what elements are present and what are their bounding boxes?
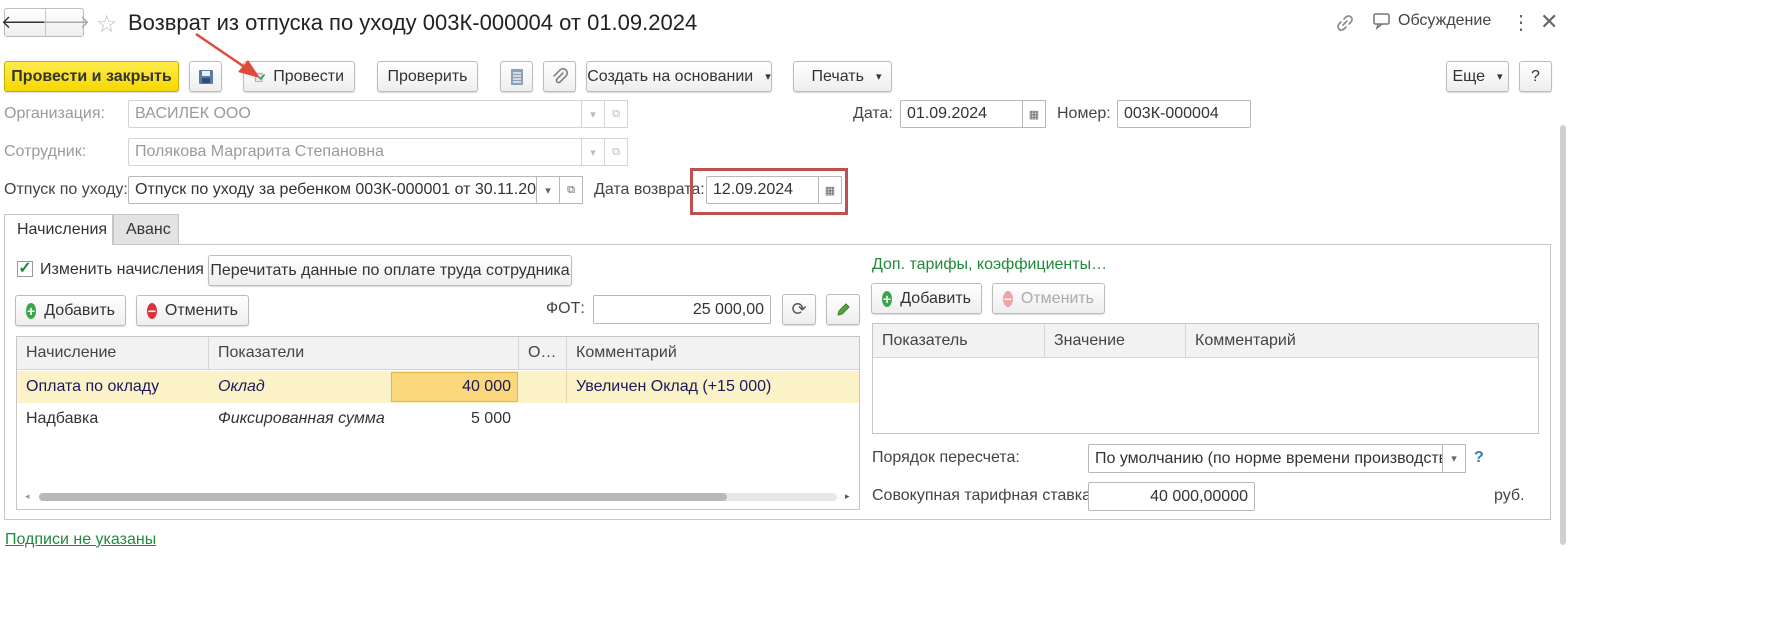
annotation-arrow — [195, 32, 260, 78]
return-date-field[interactable]: 12.09.2024 — [706, 176, 819, 204]
refresh-button[interactable]: ⟳ — [782, 294, 816, 325]
employee-dropdown-icon[interactable]: ▾ — [581, 138, 605, 166]
print-button[interactable]: Печать — [793, 61, 892, 92]
accruals-table-header: Начисление Показатели О… Комментарий — [17, 337, 859, 370]
link-icon[interactable] — [1334, 12, 1356, 34]
leave-dropdown-icon[interactable]: ▾ — [536, 176, 560, 204]
col-indicator[interactable]: Показатель — [873, 324, 1045, 357]
add-icon: + — [26, 302, 37, 319]
org-open-icon[interactable]: ⧉ — [604, 100, 628, 128]
tab-advance[interactable]: Аванс — [113, 214, 179, 244]
col-rate-comment[interactable]: Комментарий — [1186, 324, 1538, 357]
nav-buttons: 🡐 🡒 — [1, 8, 90, 37]
add-icon: + — [882, 290, 893, 307]
change-accruals-label: Изменить начисления — [40, 261, 204, 278]
document-list-button[interactable] — [500, 61, 533, 92]
return-date-calendar-icon[interactable]: ▦ — [818, 176, 842, 204]
employee-open-icon[interactable]: ⧉ — [604, 138, 628, 166]
close-icon[interactable]: ✕ — [1540, 9, 1558, 35]
paperclip-icon — [552, 67, 568, 83]
refresh-icon: ⟳ — [791, 299, 807, 319]
scroll-left-icon[interactable]: ◂ — [25, 491, 30, 502]
rate-field[interactable]: 40 000,00000 — [1088, 482, 1255, 511]
extra-rates-link[interactable]: Доп. тарифы, коэффициенты… — [872, 256, 1107, 274]
checkmark-icon: ✓ — [18, 260, 32, 277]
date-calendar-icon[interactable]: ▦ — [1022, 100, 1046, 128]
create-based-on-button[interactable]: Создать на основании — [586, 61, 772, 92]
fot-field[interactable]: 25 000,00 — [593, 295, 771, 324]
reread-pay-data-button[interactable]: Перечитать данные по оплате труда сотруд… — [208, 255, 572, 286]
rates-add-button[interactable]: + Добавить — [871, 283, 982, 314]
back-icon[interactable]: 🡐 — [1, 9, 49, 36]
more-button[interactable]: Еще — [1446, 61, 1509, 92]
recalc-order-field[interactable]: По умолчанию (по норме времени производс… — [1088, 444, 1443, 473]
leave-open-icon[interactable]: ⧉ — [559, 176, 583, 204]
rate-label: Совокупная тарифная ставка: — [872, 487, 1096, 504]
org-field[interactable]: ВАСИЛЕК ООО — [128, 100, 582, 128]
accrual-add-button[interactable]: + Добавить — [15, 295, 126, 326]
col-accrual[interactable]: Начисление — [17, 337, 209, 369]
col-indicators[interactable]: Показатели — [209, 337, 519, 369]
discussion-button[interactable]: Обсуждение — [1372, 12, 1491, 30]
vertical-scrollbar[interactable] — [1560, 125, 1566, 545]
change-accruals-checkbox[interactable]: ✓ — [17, 261, 33, 277]
check-button[interactable]: Проверить — [377, 61, 478, 92]
org-label: Организация: — [4, 105, 105, 122]
forward-icon[interactable]: 🡒 — [42, 9, 90, 36]
table-row[interactable]: Оплата по окладу Оклад 40 000 Увеличен О… — [17, 371, 859, 403]
date-field[interactable]: 01.09.2024 — [900, 100, 1023, 128]
col-comment[interactable]: Комментарий — [567, 337, 859, 369]
horizontal-scrollbar[interactable] — [39, 493, 837, 501]
table-row[interactable]: Надбавка Фиксированная сумма 5 000 — [17, 403, 859, 435]
org-dropdown-icon[interactable]: ▾ — [581, 100, 605, 128]
leave-label: Отпуск по уходу: — [4, 181, 128, 198]
rates-table: Показатель Значение Комментарий — [872, 323, 1539, 434]
more-vert-icon[interactable]: ⋮ — [1511, 10, 1531, 35]
number-field[interactable]: 003К-000004 — [1117, 100, 1251, 128]
rate-unit: руб. — [1494, 487, 1525, 504]
pencil-icon — [837, 302, 850, 316]
return-date-label: Дата возврата: — [594, 181, 705, 198]
edit-button[interactable] — [826, 294, 860, 325]
list-icon — [510, 68, 523, 85]
attach-button[interactable] — [543, 61, 576, 92]
scrollbar-thumb[interactable] — [39, 493, 727, 501]
recalc-order-label: Порядок пересчета: — [872, 449, 1020, 466]
recalc-help-icon[interactable]: ? — [1474, 449, 1484, 467]
date-label: Дата: — [853, 105, 893, 122]
scroll-right-icon[interactable]: ▸ — [845, 491, 850, 502]
accrual-cancel-button[interactable]: − Отменить — [136, 295, 249, 326]
minus-circle-icon: − — [147, 302, 157, 319]
tab-accruals[interactable]: Начисления — [4, 214, 113, 245]
salary-value-cell[interactable]: 40 000 — [391, 372, 518, 402]
leave-field[interactable]: Отпуск по уходу за ребенком 003К-000001 … — [128, 176, 537, 204]
post-and-close-button[interactable]: Провести и закрыть — [4, 61, 179, 92]
minus-circle-icon: − — [1003, 290, 1013, 307]
col-o[interactable]: О… — [519, 337, 567, 369]
signatures-link[interactable]: Подписи не указаны — [5, 531, 156, 549]
accruals-table: Начисление Показатели О… Комментарий Опл… — [16, 336, 860, 510]
employee-label: Сотрудник: — [4, 143, 87, 160]
number-label: Номер: — [1057, 105, 1111, 122]
rates-table-header: Показатель Значение Комментарий — [873, 324, 1538, 358]
fot-label: ФОТ: — [546, 300, 585, 317]
discussion-label: Обсуждение — [1398, 12, 1492, 29]
employee-field[interactable]: Полякова Маргарита Степановна — [128, 138, 582, 166]
help-button[interactable]: ? — [1519, 61, 1552, 92]
col-value[interactable]: Значение — [1045, 324, 1186, 357]
rates-cancel-button[interactable]: − Отменить — [992, 283, 1105, 314]
chat-icon — [1373, 13, 1390, 30]
recalc-dropdown-icon[interactable]: ▾ — [1442, 444, 1466, 473]
star-icon[interactable]: ☆ — [96, 10, 118, 39]
